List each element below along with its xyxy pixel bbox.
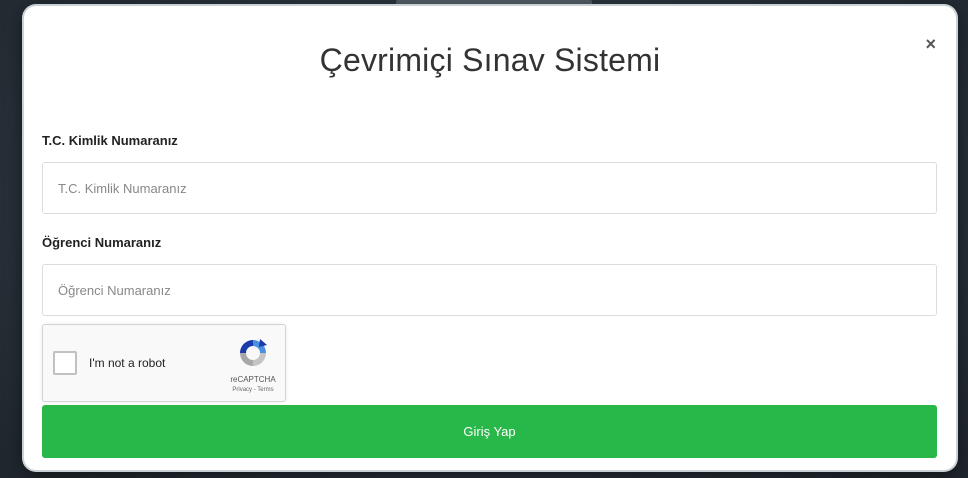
student-number-input[interactable] [42,264,937,316]
close-icon[interactable]: × [925,34,936,55]
student-number-label: Öğrenci Numaranız [42,235,162,250]
login-modal: Çevrimiçi Sınav Sistemi × T.C. Kimlik Nu… [24,6,956,470]
recaptcha-checkbox[interactable] [53,351,77,375]
recaptcha-widget: I'm not a robot reCAPTCHA Privacy - Term… [42,324,286,402]
tc-kimlik-label: T.C. Kimlik Numaranız [42,133,178,148]
login-submit-button[interactable]: Giriş Yap [42,405,937,458]
recaptcha-links[interactable]: Privacy - Terms [225,387,281,393]
modal-title: Çevrimiçi Sınav Sistemi [319,42,661,78]
recaptcha-logo-icon [240,339,267,366]
recaptcha-brand: reCAPTCHA [230,375,276,384]
recaptcha-checkbox-label: I'm not a robot [89,356,166,370]
tc-kimlik-input[interactable] [42,162,937,214]
